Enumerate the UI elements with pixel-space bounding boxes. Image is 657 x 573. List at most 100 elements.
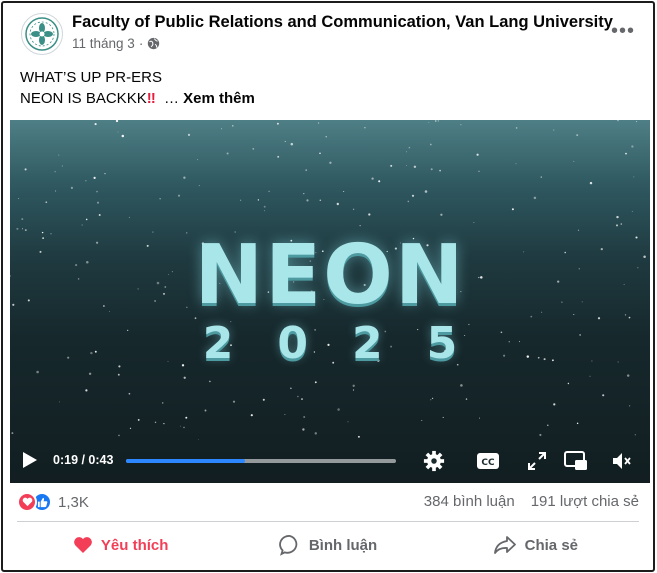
star — [305, 169, 308, 171]
star — [633, 176, 635, 178]
settings-button[interactable] — [422, 449, 446, 473]
star — [257, 199, 260, 201]
star — [460, 124, 462, 126]
reactions-summary[interactable]: 1,3K — [17, 492, 89, 512]
share-button[interactable]: Chia sẻ — [432, 525, 639, 565]
star — [290, 142, 294, 146]
star — [631, 210, 633, 212]
star — [620, 223, 623, 225]
star — [61, 165, 63, 167]
star — [187, 133, 191, 136]
star — [408, 146, 411, 149]
settings-icon — [423, 450, 445, 472]
star — [336, 202, 339, 206]
star — [511, 208, 514, 211]
star — [226, 152, 229, 155]
star — [314, 381, 317, 384]
fullscreen-button[interactable] — [525, 449, 549, 473]
star — [183, 176, 186, 179]
star — [204, 409, 207, 412]
post-date[interactable]: 11 tháng 3 — [72, 36, 135, 51]
see-more-link[interactable]: Xem thêm — [183, 90, 255, 107]
star — [540, 176, 543, 178]
star — [319, 152, 321, 155]
heart-icon — [74, 537, 92, 553]
star — [94, 123, 97, 126]
progress-bar[interactable] — [126, 459, 396, 463]
star — [411, 194, 415, 197]
logo-icon — [25, 17, 59, 51]
star — [431, 397, 434, 399]
star — [45, 201, 48, 204]
star — [198, 185, 200, 187]
share-count-link[interactable]: 191 lượt chia sẻ — [531, 493, 639, 510]
star — [406, 165, 407, 167]
star — [159, 198, 161, 200]
video-time: 0:19 / 0:43 — [53, 453, 114, 467]
comment-button-label: Bình luận — [308, 536, 378, 554]
play-icon[interactable] — [22, 451, 38, 469]
star — [54, 171, 56, 173]
progress-fill — [126, 459, 245, 463]
post-text-line1: WHAT’S UP PR-ERS — [20, 69, 162, 86]
star — [478, 170, 480, 172]
star — [161, 402, 164, 404]
mute-button[interactable] — [610, 449, 634, 473]
star — [36, 370, 39, 374]
star — [297, 395, 299, 398]
star — [533, 196, 537, 200]
more-options-button[interactable]: ••• — [607, 15, 639, 47]
star — [163, 422, 165, 425]
star — [406, 151, 407, 153]
star — [129, 427, 132, 429]
mute-icon — [613, 453, 631, 469]
star — [553, 129, 555, 131]
star — [539, 433, 542, 437]
star — [117, 131, 119, 133]
star — [460, 384, 463, 387]
star — [85, 389, 88, 392]
star — [347, 421, 349, 423]
star — [209, 380, 211, 383]
page-name-link[interactable]: Faculty of Public Relations and Communic… — [72, 13, 613, 32]
page-avatar[interactable] — [21, 13, 63, 55]
star — [368, 213, 371, 216]
star — [602, 394, 605, 397]
star — [128, 392, 131, 395]
star — [465, 398, 468, 400]
star — [18, 197, 20, 200]
star — [515, 163, 517, 165]
captions-button[interactable]: CC — [476, 449, 500, 473]
star — [70, 186, 74, 190]
star — [302, 428, 305, 431]
star — [264, 210, 265, 212]
star — [306, 199, 309, 202]
star — [58, 401, 60, 403]
post-text: WHAT’S UP PR-ERS NEON IS BACKKK‼ … Xem t… — [20, 67, 255, 109]
star — [636, 121, 638, 123]
star — [343, 191, 345, 192]
post-stats: 1,3K 384 bình luận 191 lượt chia sẻ — [17, 485, 639, 519]
star — [440, 213, 443, 216]
star — [303, 193, 305, 195]
pip-button[interactable] — [564, 449, 588, 473]
star — [625, 152, 627, 155]
star — [567, 382, 570, 385]
love-button[interactable]: Yêu thích — [17, 525, 224, 565]
star — [96, 190, 98, 193]
star — [589, 375, 591, 377]
star — [117, 373, 120, 376]
video-player[interactable]: NEON 2025 0:19 / 0:43 CC — [10, 120, 650, 483]
star — [547, 424, 549, 426]
star — [262, 398, 265, 401]
comment-count-link[interactable]: 384 bình luận — [424, 493, 515, 510]
star — [357, 435, 360, 438]
star — [104, 172, 106, 175]
star — [290, 387, 292, 390]
comment-button[interactable]: Bình luận — [224, 525, 431, 565]
engagement-stats: 384 bình luận 191 lượt chia sẻ — [424, 493, 639, 510]
star — [634, 434, 636, 436]
star — [616, 215, 619, 219]
star — [413, 165, 417, 169]
star — [437, 120, 439, 122]
